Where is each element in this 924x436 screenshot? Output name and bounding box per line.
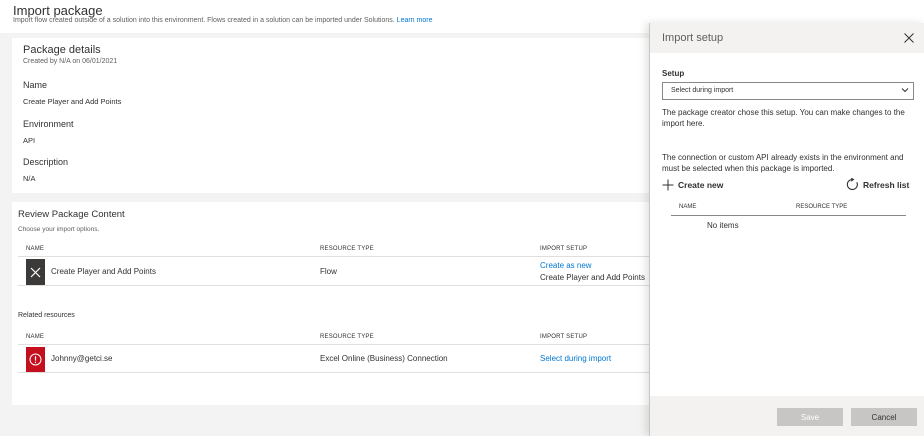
environment-value: API xyxy=(23,136,36,145)
column-header-import-setup: IMPORT SETUP xyxy=(540,246,588,252)
description-label: Description xyxy=(23,157,69,167)
refresh-icon xyxy=(846,178,858,191)
related-resources-title: Related resources xyxy=(18,312,75,319)
table-divider xyxy=(18,344,652,345)
table-divider xyxy=(18,256,652,257)
panel-title: Import setup xyxy=(662,32,724,44)
table-divider xyxy=(18,285,652,286)
import-setup-panel: Import setup Setup Select during import … xyxy=(649,23,924,436)
connection-info-text: The connection or custom API already exi… xyxy=(662,153,904,173)
environment-label: Environment xyxy=(23,119,74,129)
page-title: Import package xyxy=(13,3,103,18)
column-header-resource-type: RESOURCE TYPE xyxy=(320,334,374,340)
plus-icon xyxy=(662,179,674,191)
name-value: Create Player and Add Points xyxy=(23,97,122,106)
error-icon xyxy=(26,347,45,372)
create-new-label: Create new xyxy=(678,180,724,190)
package-details-card: Package details Created by N/A on 06/01/… xyxy=(12,38,652,193)
chevron-down-icon xyxy=(901,88,909,93)
setup-select-value: Select during import xyxy=(671,87,734,94)
refresh-list-button[interactable]: Refresh list xyxy=(846,178,909,191)
empty-state-text: No items xyxy=(707,221,739,230)
import-setup-detail: Create Player and Add Points xyxy=(540,273,645,282)
close-icon[interactable] xyxy=(903,31,915,43)
package-row-resource-type: Flow xyxy=(320,267,337,276)
panel-footer: Save Cancel xyxy=(650,396,924,436)
related-row-resource-type: Excel Online (Business) Connection xyxy=(320,354,448,363)
panel-column-header-name: NAME xyxy=(679,204,697,210)
package-created-by: Created by N/A on 06/01/2021 xyxy=(23,58,118,65)
panel-column-header-resource-type: RESOURCE TYPE xyxy=(796,204,848,210)
setup-info-text: The package creator chose this setup. Yo… xyxy=(662,108,905,128)
refresh-list-label: Refresh list xyxy=(863,179,910,190)
description-value: N/A xyxy=(23,174,36,183)
save-button[interactable]: Save xyxy=(777,408,843,426)
name-label: Name xyxy=(23,80,48,90)
setup-select[interactable]: Select during import xyxy=(662,82,914,100)
setup-label: Setup xyxy=(662,69,685,78)
related-row-name: Johnny@getci.se xyxy=(51,354,113,363)
create-as-new-link[interactable]: Create as new xyxy=(540,261,592,270)
flow-close-icon xyxy=(26,259,45,285)
review-title: Review Package Content xyxy=(18,209,125,220)
panel-table-divider xyxy=(671,215,906,216)
create-new-button[interactable]: Create new xyxy=(662,179,723,191)
column-header-name: NAME xyxy=(26,246,45,252)
page-subtitle: Import flow created outside of a solutio… xyxy=(13,17,432,24)
review-subtitle: Choose your import options. xyxy=(18,226,100,233)
table-divider xyxy=(18,372,652,373)
page-subtitle-text: Import flow created outside of a solutio… xyxy=(13,17,395,24)
page: Import package Import flow created outsi… xyxy=(0,0,924,436)
column-header-resource-type: RESOURCE TYPE xyxy=(320,246,374,252)
package-row-name: Create Player and Add Points xyxy=(51,267,156,276)
column-header-name: NAME xyxy=(26,334,45,340)
package-details-title: Package details xyxy=(23,44,101,56)
select-during-import-link[interactable]: Select during import xyxy=(540,354,611,363)
column-header-import-setup: IMPORT SETUP xyxy=(540,334,588,340)
learn-more-link[interactable]: Learn more xyxy=(397,17,433,24)
review-package-card: Review Package Content Choose your impor… xyxy=(12,202,652,405)
cancel-button[interactable]: Cancel xyxy=(851,408,917,426)
